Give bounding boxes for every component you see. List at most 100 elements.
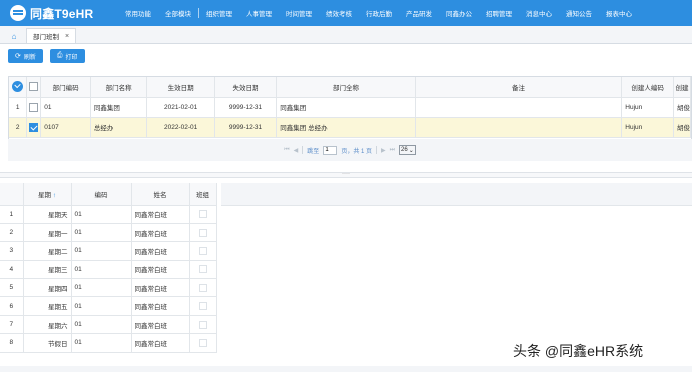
cell-group[interactable] [189, 223, 217, 243]
nav-item[interactable]: 常用功能 [118, 8, 158, 18]
col-weekday[interactable]: 星期 ↑ [23, 183, 72, 206]
app-title: 同鑫T9eHR [30, 6, 94, 21]
group-checkbox[interactable] [198, 302, 207, 311]
last-page-icon[interactable]: ⏭ [390, 147, 395, 154]
app-logo[interactable]: 同鑫T9eHR [0, 5, 118, 22]
row-checkbox[interactable] [26, 117, 42, 138]
cell-name: 同鑫常白班 [131, 205, 190, 224]
col-start-date[interactable]: 生效日期 [146, 77, 215, 98]
page-input[interactable] [323, 145, 338, 155]
col-code[interactable]: 编码 [71, 183, 132, 206]
group-checkbox[interactable] [198, 228, 207, 237]
row-number-header [0, 183, 24, 206]
col-creator[interactable]: 创建 [673, 77, 691, 98]
cell-code: 01 [71, 260, 132, 280]
first-page-icon[interactable]: ⏮ [284, 147, 289, 154]
refresh-label: 刷新 [23, 54, 36, 61]
home-icon[interactable]: ⌂ [6, 29, 22, 43]
row-checkbox[interactable] [26, 97, 42, 118]
col-remark[interactable]: 备注 [415, 77, 623, 98]
close-icon[interactable]: × [65, 33, 69, 40]
nav-item[interactable]: 组织管理 [199, 8, 239, 18]
cell-weekday: 星期六 [23, 315, 72, 335]
group-checkbox[interactable] [198, 246, 207, 255]
cell-group[interactable] [189, 315, 217, 335]
main-nav: 常用功能 全部模块 组织管理 人事管理 时间管理 绩效考核 行政后勤 产品研发 同鑫办公 招聘管理… [118, 0, 639, 26]
nav-item[interactable]: 全部模块 [158, 8, 198, 18]
col-group[interactable]: 班组 [189, 183, 217, 206]
pager: ⏮ ◀ 跳至 页，共 1 页 ▶ ⏭ 26 ⌄ [8, 139, 692, 161]
nav-item[interactable]: 行政后勤 [359, 8, 399, 18]
table-row[interactable]: 7 星期六 01 同鑫常白班 [0, 315, 217, 335]
nav-item[interactable]: 时间管理 [279, 8, 319, 18]
cell-full-name: 同鑫集团 [276, 97, 416, 118]
col-name[interactable]: 姓名 [131, 183, 190, 206]
cell-code: 01 [71, 205, 132, 224]
col-dept-name[interactable]: 部门名称 [90, 77, 148, 98]
chevron-down-icon: ⌄ [408, 147, 414, 154]
cell-weekday: 星期天 [23, 205, 72, 224]
row-number: 2 [9, 117, 28, 138]
cell-group[interactable] [189, 260, 217, 280]
department-table: 部门编码 部门名称 生效日期 失效日期 部门全称 备注 创建人编码 创建 1 01… [9, 77, 691, 138]
table-row[interactable]: 4 星期三 01 同鑫常白班 [0, 260, 217, 280]
group-checkbox[interactable] [198, 320, 207, 329]
col-full-name[interactable]: 部门全称 [276, 77, 416, 98]
check-all-icon [12, 81, 24, 93]
nav-item[interactable]: 消息中心 [519, 8, 559, 18]
cell-name: 同鑫常白班 [131, 333, 190, 353]
table-row[interactable]: 1 星期天 01 同鑫常白班 [0, 205, 217, 224]
group-checkbox[interactable] [198, 283, 207, 292]
table-row[interactable]: 2 星期一 01 同鑫常白班 [0, 223, 217, 243]
group-checkbox[interactable] [198, 210, 207, 219]
table-row[interactable]: 6 星期五 01 同鑫常白班 [0, 296, 217, 316]
cell-remark [415, 117, 623, 138]
nav-item[interactable]: 同鑫办公 [439, 8, 479, 18]
cell-group[interactable] [189, 278, 217, 298]
table-row[interactable]: 1 01 同鑫集团 2021-02-01 9999-12-31 同鑫集团 Hujun 胡俊 [9, 97, 691, 118]
nav-item[interactable]: 绩效考核 [319, 8, 359, 18]
cell-remark [415, 97, 623, 118]
cell-weekday: 星期一 [23, 223, 72, 243]
cell-group[interactable] [189, 205, 217, 224]
cell-dept-code: 0107 [40, 117, 91, 138]
print-button[interactable]: ⎙ 打印 [49, 49, 85, 63]
page-size-value: 26 [401, 147, 408, 153]
row-checkbox-header[interactable] [26, 77, 42, 98]
col-creator-code[interactable]: 创建人编码 [621, 77, 674, 98]
col-end-date[interactable]: 失效日期 [214, 77, 278, 98]
nav-item[interactable]: 招聘管理 [479, 8, 519, 18]
cell-group[interactable] [189, 333, 217, 353]
sort-asc-icon: ↑ [52, 191, 57, 199]
nav-item[interactable]: 人事管理 [239, 8, 279, 18]
prev-page-icon[interactable]: ◀ [294, 147, 299, 154]
cell-weekday: 星期三 [23, 260, 72, 280]
cell-group[interactable] [189, 296, 217, 316]
nav-item[interactable]: 产品研发 [399, 8, 439, 18]
panel-splitter[interactable]: ···· [0, 171, 692, 178]
splitter-handle-icon: ···· [342, 171, 350, 177]
group-checkbox[interactable] [198, 265, 207, 274]
col-dept-code[interactable]: 部门编码 [40, 77, 91, 98]
table-row[interactable]: 2 0107 总经办 2022-02-01 9999-12-31 同鑫集团 总经办 Huju… [9, 117, 691, 138]
refresh-button[interactable]: ⟳ 刷新 [8, 49, 43, 63]
nav-item[interactable]: 报表中心 [599, 8, 639, 18]
row-number: 8 [0, 333, 24, 353]
tab-dept-shift[interactable]: 部门班制 × [26, 28, 77, 43]
cell-creator: 胡俊 [673, 97, 691, 118]
refresh-icon: ⟳ [15, 53, 21, 60]
goto-label: 跳至 [307, 148, 320, 155]
page-size-select[interactable]: 26 ⌄ [399, 145, 416, 155]
next-page-icon[interactable]: ▶ [381, 147, 386, 154]
cell-dept-code: 01 [40, 97, 91, 118]
nav-item[interactable]: 通知公告 [559, 8, 599, 18]
select-all-checkbox[interactable] [9, 77, 28, 98]
table-row[interactable]: 8 节假日 01 同鑫常白班 [0, 333, 217, 353]
cell-group[interactable] [189, 241, 217, 261]
table-row[interactable]: 5 星期四 01 同鑫常白班 [0, 278, 217, 298]
table-row[interactable]: 3 星期二 01 同鑫常白班 [0, 241, 217, 261]
pager-divider [302, 146, 304, 154]
group-checkbox[interactable] [198, 338, 207, 347]
table-header-row: 部门编码 部门名称 生效日期 失效日期 部门全称 备注 创建人编码 创建 [9, 77, 691, 98]
cell-name: 同鑫常白班 [131, 296, 190, 316]
